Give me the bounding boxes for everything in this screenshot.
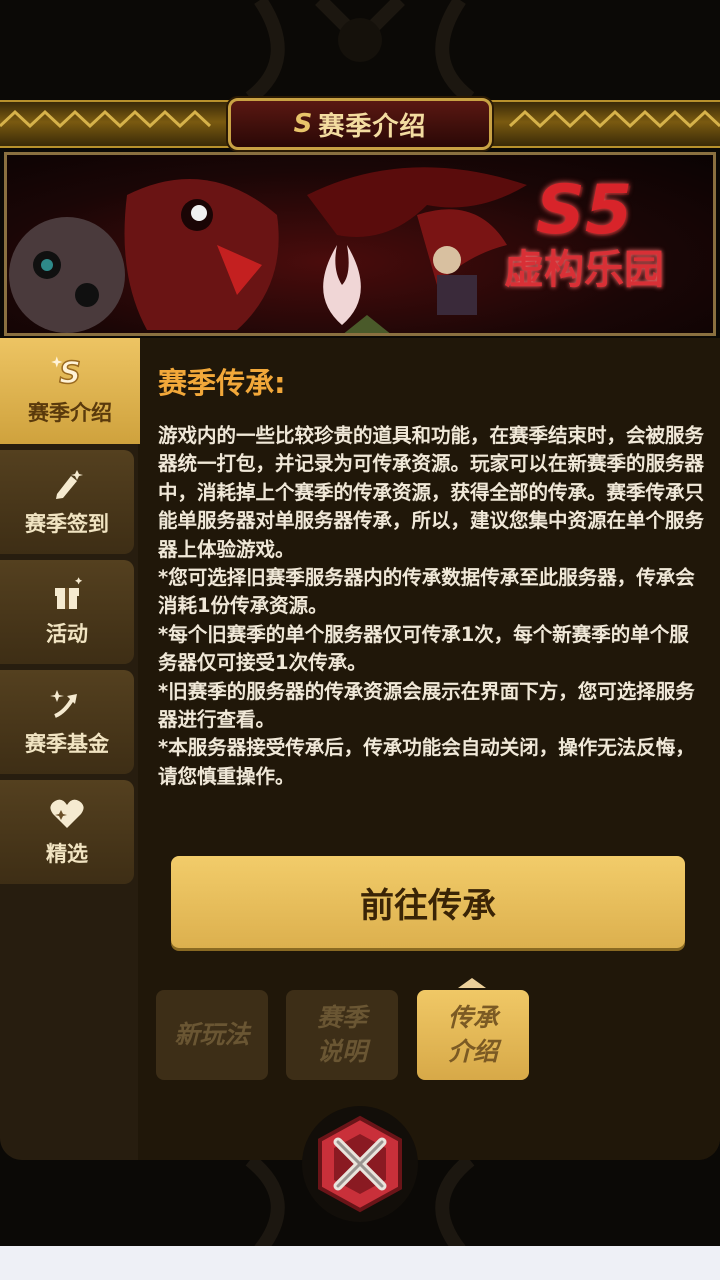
season-badge: S5 虚构乐园: [489, 171, 679, 294]
active-tab-pointer: [458, 978, 486, 988]
season-code: S5: [535, 171, 633, 250]
sidebar-item-label: 赛季介绍: [28, 401, 112, 425]
tab-new-gameplay[interactable]: 新玩法: [156, 990, 268, 1080]
tab-inherit-intro[interactable]: 传承介绍: [417, 990, 529, 1080]
section-heading: 赛季传承:: [158, 366, 286, 400]
sidebar-item-label: 精选: [46, 842, 88, 866]
season-name: 虚构乐园: [504, 247, 664, 293]
description-paragraph: *本服务器接受传承后，传承功能会自动关闭，操作无法反悔，请您慎重操作。: [158, 736, 695, 788]
svg-text:S: S: [59, 356, 81, 391]
page-title: S 赛季介绍: [228, 98, 492, 150]
sidebar-item-featured[interactable]: 精选: [0, 780, 134, 884]
sidebar-item-season-intro[interactable]: S 赛季介绍: [0, 338, 140, 444]
description-text: 游戏内的一些比较珍贵的道具和功能，在赛季结束时，会被服务器统一打包，并记录为可传…: [158, 422, 706, 791]
sidebar-item-season-signin[interactable]: 赛季签到: [0, 450, 134, 554]
description-paragraph: *旧赛季的服务器的传承资源会展示在界面下方，您可选择服务器进行查看。: [158, 679, 695, 732]
season-banner: S5 虚构乐园: [4, 152, 716, 336]
description-paragraph: 游戏内的一些比较珍贵的道具和功能，在赛季结束时，会被服务器统一打包，并记录为可传…: [158, 424, 705, 561]
sidebar-item-label: 赛季基金: [25, 732, 109, 756]
heart-icon: [50, 799, 84, 828]
go-inherit-button[interactable]: 前往传承: [171, 856, 685, 948]
close-x-icon[interactable]: [300, 1104, 420, 1224]
season-s-icon: S: [293, 109, 313, 139]
tab-label: 传承介绍: [447, 1003, 498, 1066]
page-title-text: 赛季介绍: [318, 111, 427, 142]
sidebar-item-label: 活动: [46, 622, 88, 646]
description-paragraph: *每个旧赛季的单个服务器仅可传承1次，每个新赛季的单个服务器仅可接受1次传承。: [158, 622, 689, 675]
sidebar-item-activity[interactable]: 活动: [0, 560, 134, 664]
tab-label: 新玩法: [174, 1020, 250, 1049]
pencil-sparkle-icon: [56, 470, 83, 499]
gift-box-icon: [55, 577, 83, 609]
arrow-sparkle-icon: [50, 690, 77, 718]
sidebar-item-label: 赛季签到: [25, 512, 109, 536]
system-bar: [0, 1246, 720, 1280]
season-s-icon: S: [51, 355, 82, 391]
sidebar-item-season-fund[interactable]: 赛季基金: [0, 670, 134, 774]
tab-label: 赛季说明: [316, 1003, 367, 1066]
tab-season-notes[interactable]: 赛季说明: [286, 990, 398, 1080]
description-paragraph: *您可选择旧赛季服务器内的传承数据传承至此服务器，传承会消耗1份传承资源。: [158, 566, 695, 618]
